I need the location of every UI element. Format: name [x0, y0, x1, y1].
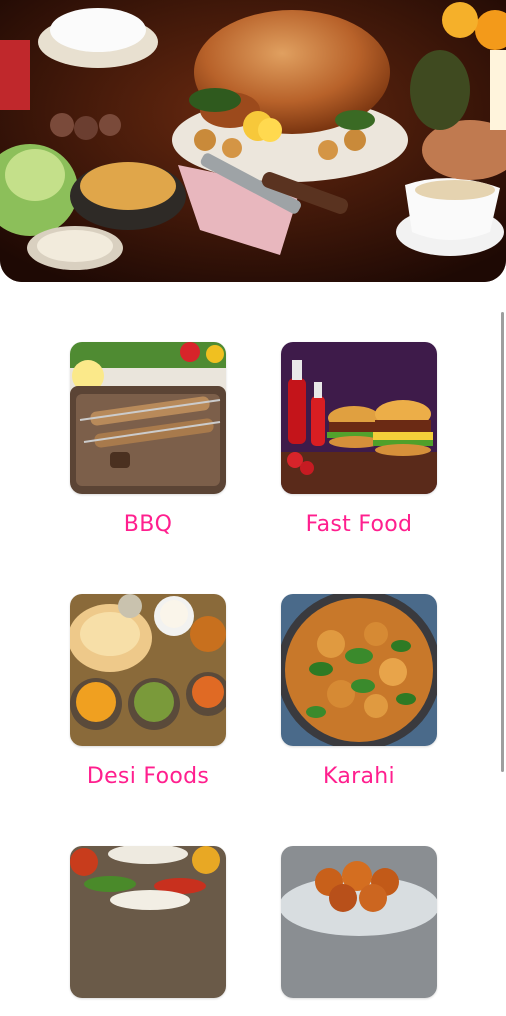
category-label[interactable]: Desi Foods: [70, 764, 226, 789]
category-card-karahi[interactable]: Karahi: [281, 594, 437, 789]
hero-banner-image: [0, 0, 506, 282]
category-label[interactable]: Fast Food: [281, 512, 437, 537]
scrollbar[interactable]: [501, 312, 504, 772]
desi-foods-thumbnail[interactable]: [70, 594, 226, 746]
category-card-bbq[interactable]: BBQ: [70, 342, 226, 537]
category-card-desi-foods[interactable]: Desi Foods: [70, 594, 226, 789]
gulab-jamun-thumbnail[interactable]: [281, 846, 437, 998]
karahi-thumbnail[interactable]: [281, 594, 437, 746]
category-label[interactable]: BBQ: [70, 512, 226, 537]
category-card-fast-food[interactable]: Fast Food: [281, 342, 437, 537]
category-card-6[interactable]: [281, 846, 437, 1016]
spices-thumbnail[interactable]: [70, 846, 226, 998]
category-card-5[interactable]: [70, 846, 226, 1016]
fast-food-thumbnail[interactable]: [281, 342, 437, 494]
bbq-thumbnail[interactable]: [70, 342, 226, 494]
category-label[interactable]: Karahi: [281, 764, 437, 789]
